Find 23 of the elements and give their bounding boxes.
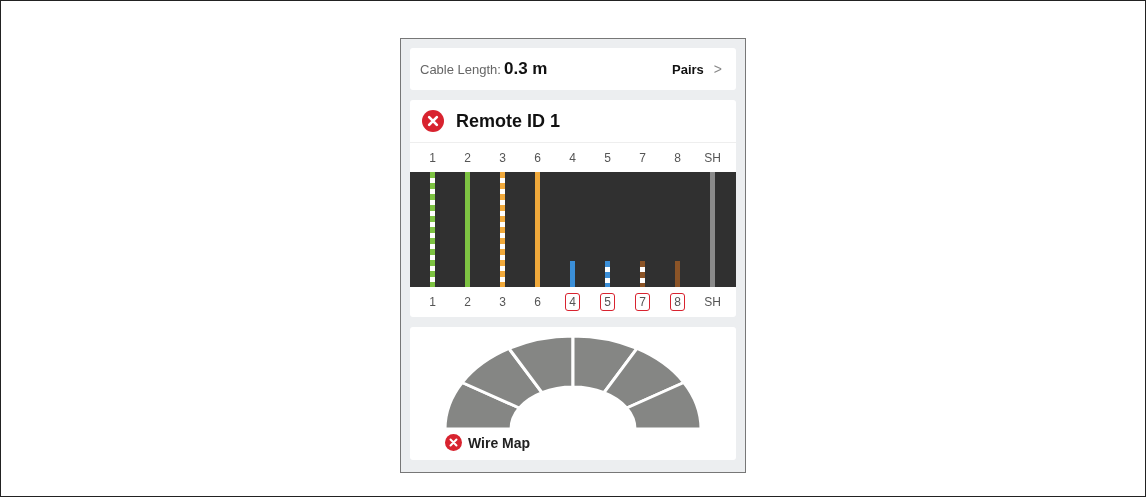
pin-label: 6 xyxy=(533,294,542,311)
pin-label: 5 xyxy=(603,150,612,165)
pin-label: 1 xyxy=(428,294,437,311)
pin-label: 3 xyxy=(498,150,507,165)
pin-label: 1 xyxy=(428,150,437,165)
pin-label: 7 xyxy=(635,293,650,311)
pin-label: 5 xyxy=(600,293,615,311)
pin-label: 4 xyxy=(568,150,577,165)
pin-label: 3 xyxy=(498,294,507,311)
pairs-button[interactable]: Pairs > xyxy=(672,61,722,77)
cable-length-value: 0.3 m xyxy=(503,59,548,79)
pin-label: 7 xyxy=(638,150,647,165)
pin-label: SH xyxy=(703,150,722,165)
pin-label: 8 xyxy=(673,150,682,165)
pin-label: 2 xyxy=(463,294,472,311)
pin-label: 6 xyxy=(533,150,542,165)
wire-map-label: Wire Map xyxy=(468,434,531,451)
pin-label: 8 xyxy=(670,293,685,311)
pin-label: SH xyxy=(703,294,722,311)
pin-label: 2 xyxy=(463,150,472,165)
cable-length-label: Cable Length: xyxy=(420,61,501,77)
pin-label: 4 xyxy=(565,293,580,311)
remote-title: Remote ID 1 xyxy=(456,110,561,132)
